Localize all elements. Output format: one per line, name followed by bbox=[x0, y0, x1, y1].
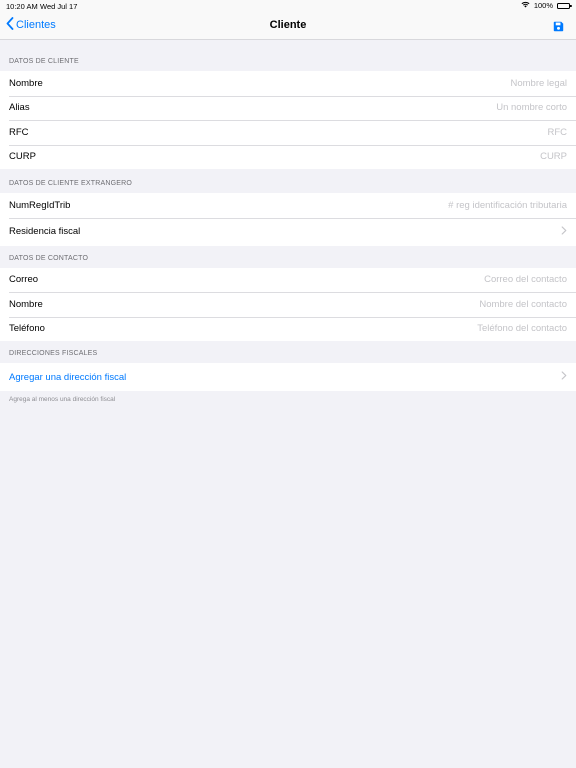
page-title: Cliente bbox=[269, 19, 307, 31]
status-time: 10:20 AM bbox=[6, 2, 38, 11]
group-direcciones: Agregar una dirección fiscal bbox=[0, 363, 576, 391]
status-date: Wed Jul 17 bbox=[40, 2, 78, 11]
status-bar: 10:20 AM Wed Jul 17 100% bbox=[0, 0, 576, 12]
section-header-cliente: DATOS DE CLIENTE bbox=[9, 58, 79, 65]
section-footer-note: Agrega al menos una dirección fiscal bbox=[9, 396, 116, 403]
row-telefono: Teléfono bbox=[0, 316, 576, 342]
label-correo: Correo bbox=[9, 274, 39, 286]
row-correo: Correo bbox=[0, 268, 576, 293]
label-nombre-contacto: Nombre bbox=[9, 298, 43, 310]
correo-input[interactable] bbox=[38, 274, 567, 286]
battery-percent: 100% bbox=[533, 1, 553, 10]
group-extranjero: NumRegIdTrib Residencia fiscal bbox=[0, 193, 576, 246]
rfc-input[interactable] bbox=[28, 126, 567, 138]
status-right: 100% bbox=[521, 1, 572, 10]
add-fiscal-address-label: Agregar una dirección fiscal bbox=[9, 371, 127, 383]
group-cliente: Nombre Alias RFC CURP bbox=[0, 71, 576, 169]
form-content: DATOS DE CLIENTE Nombre Alias RFC CURP D… bbox=[0, 41, 576, 403]
label-telefono: Teléfono bbox=[9, 323, 45, 335]
add-fiscal-address-row[interactable]: Agregar una dirección fiscal bbox=[0, 363, 576, 391]
battery-icon bbox=[557, 2, 572, 9]
numregidtrib-input[interactable] bbox=[70, 199, 567, 211]
curp-input[interactable] bbox=[35, 151, 567, 163]
label-rfc: RFC bbox=[9, 126, 29, 138]
label-numregidtrib: NumRegIdTrib bbox=[9, 199, 71, 211]
residencia-fiscal-row[interactable]: Residencia fiscal bbox=[0, 217, 576, 246]
section-header-direcciones: DIRECCIONES FISCALES bbox=[9, 350, 98, 357]
navigation-bar: Clientes Cliente bbox=[0, 12, 576, 40]
group-contacto: Correo Nombre Teléfono bbox=[0, 267, 576, 342]
alias-input[interactable] bbox=[29, 102, 567, 114]
nombre-input[interactable] bbox=[42, 77, 567, 89]
chevron-right-icon bbox=[561, 225, 567, 238]
telefono-input[interactable] bbox=[44, 323, 567, 335]
row-alias: Alias bbox=[0, 95, 576, 121]
row-nombre: Nombre bbox=[0, 71, 576, 96]
section-header-extranjero: DATOS DE CLIENTE EXTRANGERO bbox=[9, 180, 132, 187]
row-curp: CURP bbox=[0, 144, 576, 170]
label-nombre: Nombre bbox=[9, 77, 43, 89]
save-icon bbox=[553, 19, 564, 36]
row-rfc: RFC bbox=[0, 120, 576, 145]
row-nombre-contacto: Nombre bbox=[0, 292, 576, 317]
save-button[interactable] bbox=[553, 19, 564, 37]
label-curp: CURP bbox=[9, 151, 36, 163]
chevron-right-icon bbox=[561, 371, 567, 383]
nombre-contacto-input[interactable] bbox=[42, 298, 567, 310]
label-residencia-fiscal: Residencia fiscal bbox=[9, 226, 81, 237]
section-header-contacto: DATOS DE CONTACTO bbox=[9, 254, 89, 262]
wifi-icon bbox=[521, 1, 530, 10]
row-numregidtrib: NumRegIdTrib bbox=[0, 193, 576, 218]
label-alias: Alias bbox=[9, 102, 30, 114]
